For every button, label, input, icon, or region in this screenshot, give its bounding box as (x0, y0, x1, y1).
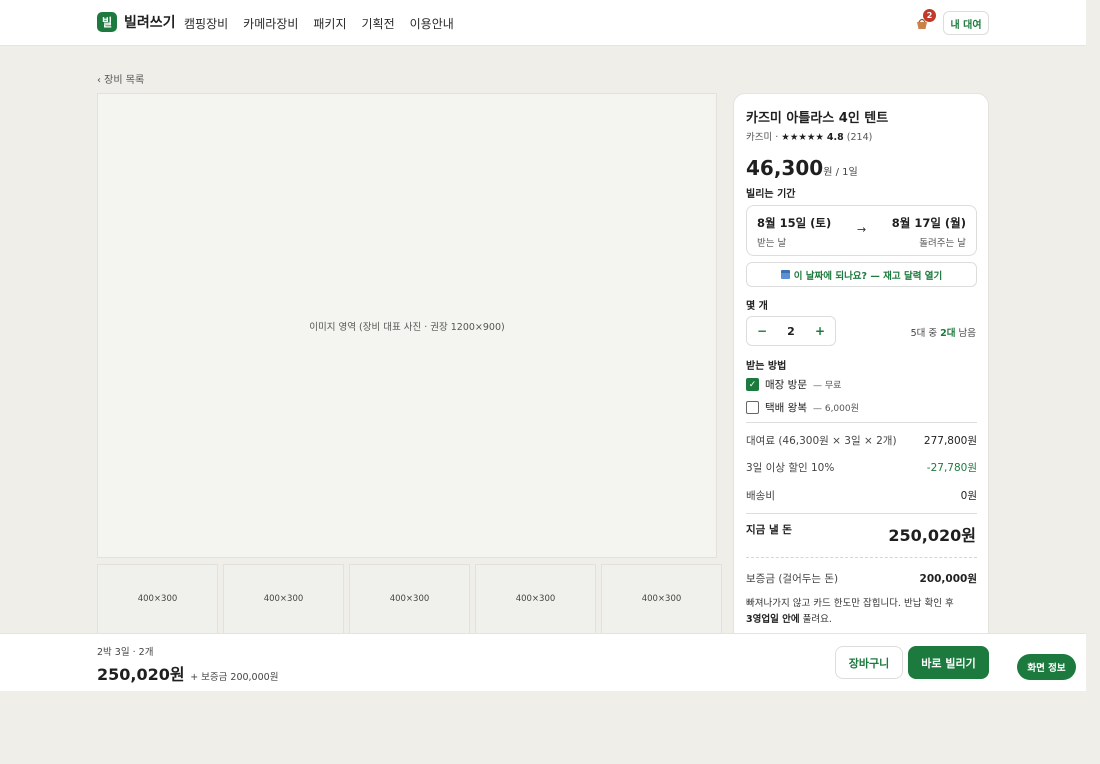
end-date-caption: 돌려주는 날 (919, 238, 966, 249)
option-note: — 6,000원 (812, 404, 859, 414)
stock-status: 5대 중 2대 남음 (911, 325, 976, 339)
my-rent-button[interactable]: 내 대여 (943, 11, 989, 35)
date-range-picker[interactable]: 8월 15일 (토) 받는 날 → 8월 17일 (월) 돌려주는 날 (746, 205, 977, 256)
pickup-option-delivery[interactable]: 택배 왕복 — 6,000원 (746, 400, 859, 415)
thumbnail[interactable]: 400×300 (601, 564, 722, 634)
divider (746, 422, 977, 423)
option-note: — 무료 (812, 381, 842, 391)
deposit-label-main: 보증금 (746, 573, 775, 585)
price-value: 46,300 (746, 156, 824, 180)
total-label: 지금 낼 돈 (746, 524, 792, 536)
row-value: -27,780원 (926, 462, 977, 474)
quantity-value: 2 (787, 324, 795, 338)
row-value: 0원 (960, 490, 977, 502)
option-label: 매장 방문 (765, 379, 807, 391)
dashed-divider (746, 557, 977, 558)
price-row-shipping: 배송비 0원 (746, 488, 977, 503)
sticky-checkout-bar: 2박 3일 · 2개 250,020원 + 보증금 200,000원 장바구니 … (0, 633, 1086, 691)
booking-panel: 카즈미 아틀라스 4인 텐트 카즈미 · ★★★★★ 4.8 (214) 46,… (733, 93, 989, 653)
logo-icon: 빌 (97, 12, 117, 32)
end-date[interactable]: 8월 17일 (월) 돌려주는 날 (892, 215, 966, 249)
end-date-value: 8월 17일 (월) (891, 216, 966, 230)
row-label: 대여료 (46,300원 × 3일 × 2개) (746, 435, 897, 447)
thumbnail[interactable]: 400×300 (97, 564, 218, 634)
stock-prefix: 5대 중 (910, 328, 941, 339)
quantity-label: 몇 개 (746, 301, 768, 312)
thumbnail[interactable]: 400×300 (475, 564, 596, 634)
price-row-discount: 3일 이상 할인 10% -27,780원 (746, 460, 977, 475)
bottom-total-value: 250,020원 (97, 665, 185, 684)
period-label: 빌리는 기간 (746, 189, 796, 200)
price-row-rental: 대여료 (46,300원 × 3일 × 2개) 277,800원 (746, 433, 977, 448)
start-date[interactable]: 8월 15일 (토) 받는 날 (757, 215, 831, 249)
screen-info-button[interactable]: 화면 정보 (1017, 654, 1076, 680)
deposit-label: 보증금 (걸어두는 돈) (746, 571, 838, 586)
deposit-note: 빠져나가지 않고 카드 한도만 잡힙니다. 반납 확인 후 3영업일 안에 풀려요… (746, 596, 977, 628)
deposit-row: 보증금 (걸어두는 돈) 200,000원 (746, 571, 977, 586)
decrease-button[interactable]: − (757, 324, 767, 338)
price-unit: 원 / 1일 (823, 167, 858, 178)
top-nav-bar: 빌 빌려쓰기 캠핑장비 카메라장비 패키지 기획전 이용안내 2 내 대여 (0, 0, 1086, 46)
bottom-deposit: + 보증금 200,000원 (190, 672, 279, 683)
main-nav: 캠핑장비 카메라장비 패키지 기획전 이용안내 (184, 15, 454, 32)
row-label: 3일 이상 할인 10% (746, 462, 835, 474)
quantity-stepper: − 2 + (746, 316, 836, 346)
stock-suffix: 남음 (955, 328, 976, 339)
availability-calendar-button[interactable]: 이 날짜에 되나요? — 재고 달력 열기 (746, 262, 977, 287)
calendar-icon (780, 270, 790, 279)
thumbnail-strip: 400×300 400×300 400×300 400×300 400×300 (97, 564, 722, 634)
deposit-label-note: (걸어두는 돈) (774, 573, 839, 585)
product-title: 카즈미 아틀라스 4인 텐트 (746, 111, 889, 126)
thumbnail[interactable]: 400×300 (223, 564, 344, 634)
back-to-list-link[interactable]: ‹ 장비 목록 (97, 71, 144, 86)
start-date-caption: 받는 날 (757, 238, 787, 249)
product-brand: 카즈미 · (746, 132, 779, 143)
review-count[interactable]: (214) (847, 132, 873, 143)
total-value: 250,020원 (888, 526, 976, 545)
cart-button[interactable]: 2 (915, 9, 936, 33)
hero-caption: 이미지 영역 (장비 대표 사진 · 권장 1200×900) (309, 321, 505, 333)
calendar-button-label: 이 날짜에 되나요? — 재고 달력 열기 (793, 270, 943, 282)
brand-logo-link[interactable]: 빌 빌려쓰기 (97, 12, 176, 32)
brand-name: 빌려쓰기 (124, 15, 176, 31)
row-value: 277,800원 (923, 435, 977, 447)
note-bold: 3영업일 안에 (746, 614, 800, 625)
product-main-image: 이미지 영역 (장비 대표 사진 · 권장 1200×900) (97, 93, 717, 558)
product-meta: 카즈미 · ★★★★★ 4.8 (214) (746, 129, 872, 143)
arrow-right-icon: → (857, 223, 867, 236)
pickup-option-store[interactable]: ✓ 매장 방문 — 무료 (746, 377, 841, 392)
booking-summary: 2박 3일 · 2개 (97, 647, 154, 658)
option-label: 택배 왕복 (765, 402, 807, 414)
checkbox-checked[interactable]: ✓ (746, 378, 759, 391)
nav-item-guide[interactable]: 이용안내 (410, 15, 454, 32)
nav-item-special[interactable]: 기획전 (362, 15, 395, 32)
increase-button[interactable]: + (815, 324, 825, 338)
row-label: 배송비 (746, 490, 775, 502)
start-date-value: 8월 15일 (토) (757, 216, 832, 230)
divider (746, 513, 977, 514)
nav-item-package[interactable]: 패키지 (313, 15, 346, 32)
thumbnail[interactable]: 400×300 (349, 564, 470, 634)
pickup-label: 받는 방법 (746, 361, 787, 372)
bottom-total: 250,020원 + 보증금 200,000원 (97, 661, 278, 685)
nav-item-camping[interactable]: 캠핑장비 (184, 15, 228, 32)
note-rest: 풀려요. (799, 614, 832, 625)
checkbox-unchecked[interactable] (746, 401, 759, 414)
stock-left: 2대 (940, 328, 956, 339)
deposit-value: 200,000원 (919, 573, 977, 585)
add-to-cart-button[interactable]: 장바구니 (835, 646, 903, 679)
daily-price: 46,300원 / 1일 (746, 156, 858, 180)
cart-count-badge: 2 (923, 9, 936, 22)
rent-now-button[interactable]: 바로 빌리기 (908, 646, 989, 679)
nav-item-camera[interactable]: 카메라장비 (243, 15, 298, 32)
star-rating-icon: ★★★★★ (781, 132, 824, 143)
note-line1: 빠져나가지 않고 카드 한도만 잡힙니다. 반납 확인 후 (746, 598, 954, 609)
rating-value: 4.8 (826, 132, 844, 143)
